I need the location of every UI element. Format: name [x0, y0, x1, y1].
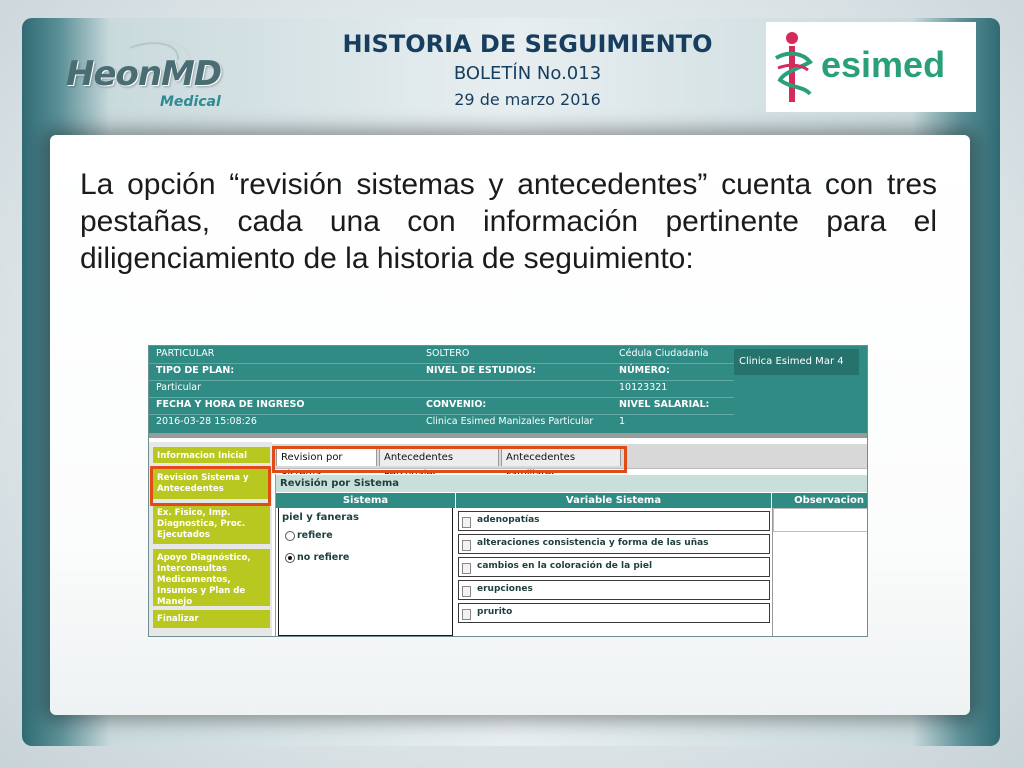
clinic-indicator: Clinica Esimed Mar 4: [734, 349, 859, 375]
agreement-value: Clinica Esimed Manizales Particular: [426, 416, 594, 427]
description-paragraph: La opción “revisión sistemas y anteceden…: [80, 168, 937, 275]
caduceus-icon: [775, 32, 813, 102]
tabs-highlight-box: [272, 446, 627, 473]
list-item: erupciones: [458, 580, 770, 600]
menu-item-finalizar[interactable]: Finalizar: [153, 610, 270, 628]
plan-type-label: TIPO DE PLAN:: [156, 365, 235, 376]
menu-item-apoyo-diagnostico[interactable]: Apoyo Diagnóstico, Interconsultas Medica…: [153, 549, 270, 607]
heonmd-logo: HeonMD Medical: [60, 38, 240, 118]
radio-label: refiere: [297, 530, 333, 541]
checkbox[interactable]: [462, 563, 471, 574]
list-item: adenopatías: [458, 511, 770, 531]
checkbox[interactable]: [462, 609, 471, 620]
separator-bar: [149, 433, 867, 438]
heonmd-logo-subtext: Medical: [160, 94, 221, 110]
checkbox[interactable]: [462, 517, 471, 528]
radio-label: no refiere: [297, 552, 350, 563]
radio-unchecked-icon[interactable]: [285, 530, 295, 541]
marital-status-value: SOLTERO: [426, 348, 470, 359]
column-header-variable: Variable Sistema: [456, 493, 772, 508]
radio-refiere[interactable]: refiere: [285, 530, 333, 541]
number-value: 10123321: [619, 382, 668, 393]
observation-field[interactable]: [773, 508, 867, 532]
education-level-label: NIVEL DE ESTUDIOS:: [426, 365, 537, 376]
page-title: HISTORIA DE SEGUIMIENTO: [342, 30, 713, 58]
menu-item-examen-fisico[interactable]: Ex. Fisico, Imp. Diagnostica, Proc. Ejec…: [153, 504, 270, 544]
table-header: Sistema Variable Sistema Observacion: [276, 493, 867, 508]
admission-date-label: FECHA Y HORA DE INGRESO: [156, 399, 305, 410]
revision-content: Revisión por Sistema Sistema Variable Si…: [275, 474, 867, 636]
info-row: FECHA Y HORA DE INGRESO CONVENIO: NIVEL …: [149, 397, 734, 414]
column-header-sistema: Sistema: [276, 493, 456, 508]
variable-label: alteraciones consistencia y forma de las…: [477, 538, 709, 548]
list-item: cambios en la coloración de la piel: [458, 557, 770, 577]
agreement-label: CONVENIO:: [426, 399, 487, 410]
esimed-logo-text: esimed: [821, 44, 946, 85]
system-cell: piel y faneras refiere no refiere: [278, 508, 453, 636]
salary-level-label: NIVEL SALARIAL:: [619, 399, 710, 410]
heonmd-logo-text: HeonMD: [66, 54, 222, 94]
info-row: TIPO DE PLAN: NIVEL DE ESTUDIOS: NÚMERO:: [149, 363, 734, 380]
variable-label: prurito: [477, 607, 513, 617]
number-label: NÚMERO:: [619, 365, 670, 376]
info-row: PARTICULAR SOLTERO Cédula Ciudadanía: [149, 346, 734, 363]
list-item: prurito: [458, 603, 770, 623]
bulletin-date: 29 de marzo 2016: [454, 90, 601, 109]
radio-checked-icon[interactable]: [285, 552, 295, 563]
affiliation-value: PARTICULAR: [156, 348, 215, 359]
radio-no-refiere[interactable]: no refiere: [285, 552, 349, 563]
section-title: Revisión por Sistema: [276, 475, 867, 492]
salary-level-value: 1: [619, 416, 626, 427]
info-row: 2016-03-28 15:08:26 Clinica Esimed Maniz…: [149, 414, 734, 431]
system-label: piel y faneras: [282, 512, 359, 523]
observation-column: [773, 508, 867, 636]
plan-type-value: Particular: [156, 382, 202, 393]
column-header-observacion: Observacion: [794, 495, 864, 506]
variables-column: adenopatías alteraciones consistencia y …: [456, 508, 773, 636]
admission-date-value: 2016-03-28 15:08:26: [156, 416, 257, 427]
variable-label: adenopatías: [477, 515, 540, 525]
menu-item-informacion-inicial[interactable]: Informacion Inicial: [153, 447, 270, 463]
patient-info-panel: PARTICULAR SOLTERO Cédula Ciudadanía TIP…: [149, 346, 867, 433]
checkbox[interactable]: [462, 540, 471, 551]
document-type-value: Cédula Ciudadanía: [619, 348, 709, 359]
checkbox[interactable]: [462, 586, 471, 597]
variable-label: erupciones: [477, 584, 533, 594]
list-item: alteraciones consistencia y forma de las…: [458, 534, 770, 554]
variable-label: cambios en la coloración de la piel: [477, 561, 653, 571]
bulletin-number: BOLETÍN No.013: [453, 63, 602, 84]
esimed-logo: esimed: [766, 22, 976, 112]
info-row: Particular 10123321: [149, 380, 734, 397]
app-screenshot: PARTICULAR SOLTERO Cédula Ciudadanía TIP…: [148, 345, 868, 637]
menu-highlight-box: [150, 466, 271, 506]
